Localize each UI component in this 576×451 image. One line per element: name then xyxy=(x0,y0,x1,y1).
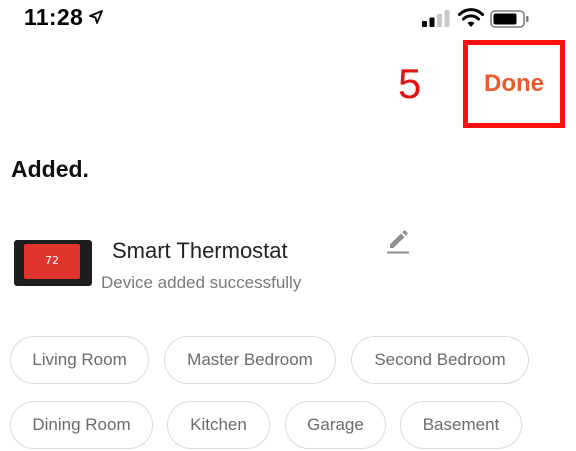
location-arrow-icon xyxy=(89,10,103,24)
page-title: Added. xyxy=(11,156,89,182)
status-time: 11:28 xyxy=(24,4,84,30)
room-chip-master-bedroom[interactable]: Master Bedroom xyxy=(164,336,336,384)
room-chip-kitchen[interactable]: Kitchen xyxy=(167,401,270,449)
done-button[interactable]: Done xyxy=(468,45,560,123)
device-name: Smart Thermostat xyxy=(112,238,288,263)
room-chip-living-room[interactable]: Living Room xyxy=(10,336,149,384)
device-thumbnail: 72 xyxy=(14,240,92,286)
thermostat-display: 72 xyxy=(24,244,80,279)
wifi-icon xyxy=(458,8,484,27)
room-chip-basement[interactable]: Basement xyxy=(400,401,522,449)
room-chip-dining-room[interactable]: Dining Room xyxy=(10,401,153,449)
room-chip-garage[interactable]: Garage xyxy=(285,401,386,449)
pencil-icon[interactable] xyxy=(384,228,412,256)
room-chip-second-bedroom[interactable]: Second Bedroom xyxy=(351,336,529,384)
cellular-signal-icon xyxy=(422,10,450,27)
step-number-annotation: 5 xyxy=(398,60,422,107)
device-status: Device added successfully xyxy=(101,273,302,292)
thermostat-temperature: 72 xyxy=(45,254,59,267)
battery-icon xyxy=(490,10,529,28)
